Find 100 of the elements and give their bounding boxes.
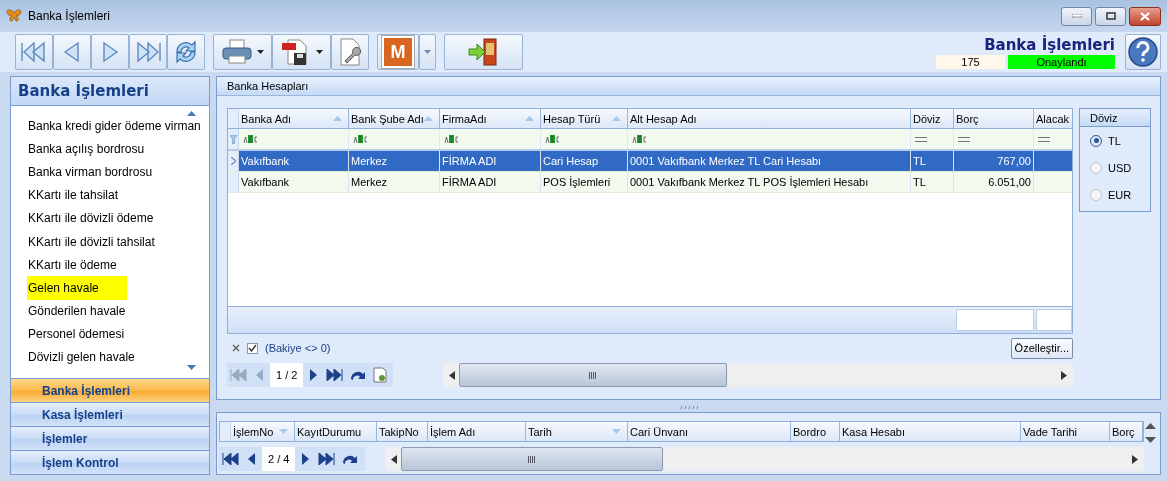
scroll-up-icon[interactable] [1144,423,1156,429]
sidebar-item[interactable]: Banka açılış bordrosu [27,137,147,161]
filter-icon [229,134,237,144]
column-header[interactable]: Bank Şube Adı [349,109,440,128]
last-page-icon[interactable] [325,369,344,381]
filter-expression[interactable]: (Bakiye <> 0) [265,342,331,354]
horizontal-scrollbar[interactable] [443,363,1073,387]
scrollbar-thumb[interactable] [459,363,728,387]
last-page-icon[interactable] [317,453,336,465]
splitter-grip-icon[interactable] [679,406,698,409]
navigation-group-tab[interactable]: Banka İşlemleri [10,379,210,403]
sidebar-item[interactable]: Banka virman bordrosu [27,160,155,184]
radio-button[interactable] [1090,134,1102,147]
column-header[interactable]: Bordro [791,422,840,441]
radio-label[interactable]: EUR [1108,188,1132,201]
column-header[interactable]: TakipNo [377,422,428,441]
radio-label[interactable]: TL [1108,134,1121,147]
close-button[interactable] [1129,6,1161,26]
column-header[interactable]: Hesap Türü [541,109,628,128]
radio-button[interactable] [1090,161,1102,174]
minimize-button[interactable] [1061,6,1092,26]
column-header[interactable]: Banka Adı [239,109,349,128]
sidebar-item[interactable]: KKartı ile dövizli ödeme [27,206,156,230]
radio-label[interactable]: USD [1108,161,1132,174]
table-cell: FİRMA ADI [440,172,541,192]
sidebar-item[interactable]: KKartı ile tahsilat [27,183,121,207]
scroll-up-icon[interactable] [187,111,196,116]
print-button[interactable] [213,34,272,70]
clear-filter-icon[interactable] [232,344,240,352]
equals-filter-icon [915,136,927,142]
sort-arrow-icon [612,429,621,434]
scrollbar-thumb[interactable] [401,447,664,471]
scroll-right-icon[interactable] [1061,370,1067,380]
sidebar-item[interactable]: Banka kredi gider ödeme virman [27,114,203,138]
previous-page-icon[interactable] [246,453,256,465]
row-indicator[interactable] [228,151,239,171]
column-header[interactable]: İşlem Adı [428,422,526,441]
scroll-right-icon[interactable] [1132,454,1138,464]
navigation-group-tab[interactable]: Kasa İşlemleri [10,403,210,427]
help-button[interactable] [1125,34,1161,70]
butterfly-icon [6,9,22,23]
navigation-group-tab[interactable]: İşlemler [10,427,210,451]
first-page-icon[interactable] [222,453,240,465]
pdf-save-button[interactable] [272,34,331,70]
table-cell: Vakıfbank [239,172,349,192]
export-icon[interactable] [373,367,388,383]
sidebar-item[interactable]: KKartı ile ödeme [27,253,119,277]
sidebar-item[interactable]: Gelen havale [27,276,127,300]
form-title: Banka İşlemleri [984,35,1115,54]
sidebar-item[interactable]: KKartı ile dövizli tahsilat [27,229,157,254]
redo-icon[interactable] [349,369,368,381]
previous-record-button[interactable] [53,34,91,70]
table-cell: Merkez [349,172,440,192]
sort-arrow-icon [612,116,621,121]
scroll-left-icon[interactable] [391,454,398,464]
column-header[interactable]: Döviz [911,109,954,128]
column-header[interactable]: İşlemNo [231,422,295,441]
filter-checkbox[interactable] [247,342,258,354]
first-record-button[interactable] [15,34,53,70]
scroll-left-icon[interactable] [449,370,456,380]
maximize-button[interactable] [1095,6,1126,26]
redo-icon[interactable] [341,453,360,465]
column-header[interactable]: Borç [954,109,1034,128]
last-record-button[interactable] [129,34,167,70]
next-record-button[interactable] [91,34,129,70]
table-cell: TL [911,151,954,171]
horizontal-scrollbar[interactable] [385,447,1144,471]
sidebar-item[interactable]: Dövizli gelen havale [27,345,137,370]
scroll-down-icon[interactable] [187,365,196,370]
column-header[interactable]: Cari Ünvanı [628,422,791,441]
refresh-button[interactable] [167,34,205,70]
m-button[interactable]: M [377,34,419,70]
column-header[interactable]: Vade Tarihi [1021,422,1110,441]
text-filter-icon [545,135,560,143]
sort-arrow-icon [525,116,534,121]
caret-icon [424,50,431,54]
table-cell: 0001 Vakıfbank Merkez TL Cari Hesabı [628,151,911,171]
column-header[interactable]: FirmaAdı [440,109,541,128]
column-header[interactable]: Tarih [526,422,628,441]
maximize-icon [1105,12,1116,20]
exit-button[interactable] [444,34,523,70]
customize-button[interactable]: Özelleştir... [1010,337,1073,359]
text-filter-icon [444,135,459,143]
scroll-down-icon[interactable] [1144,437,1156,443]
column-header[interactable]: KayıtDurumu [295,422,377,441]
table-row[interactable]: Vakıfbank Merkez FİRMA ADI POS İşlemleri 0001 Vakıfbank Merkez TL POS İşlemleri Hesabı TL 6.051,00 [228,172,1072,193]
dropdown-button[interactable] [419,34,436,70]
sidebar-item[interactable]: Gönderilen havale [27,299,128,323]
column-header[interactable]: Alt Hesap Adı [628,109,911,128]
column-header[interactable]: Borç [1110,422,1143,441]
radio-button[interactable] [1090,188,1102,201]
navigation-group-tab[interactable]: İşlem Kontrol [10,451,210,475]
column-header[interactable]: Kasa Hesabı [840,422,1021,441]
table-row[interactable]: Vakıfbank Merkez FİRMA ADI Cari Hesap 0001 Vakıfbank Merkez TL Cari Hesabı TL 767,00 [228,151,1072,172]
text-filter-icon [353,135,368,143]
sidebar-item[interactable]: Personel ödemesi [27,322,127,346]
settings-button[interactable] [331,34,369,70]
column-header[interactable]: Alacak [1034,109,1072,128]
window-title: Banka İşlemleri [28,9,111,23]
sidebar-header: Banka İşlemleri [10,76,210,106]
